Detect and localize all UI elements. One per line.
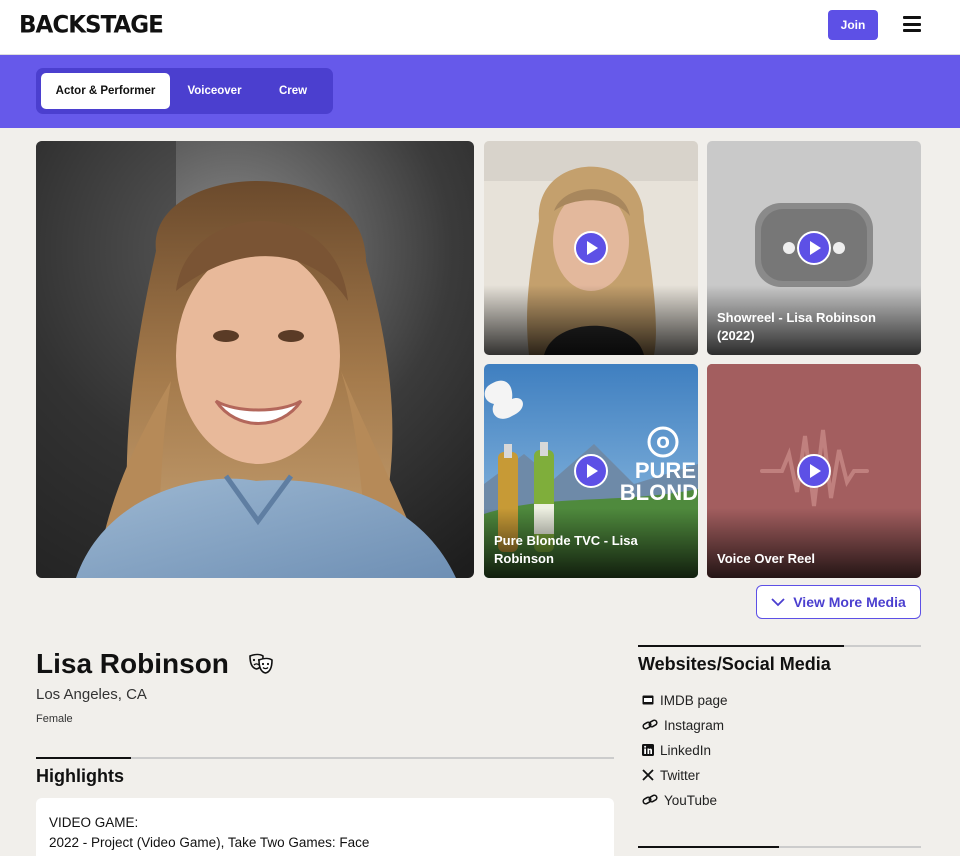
role-tabs: Actor & Performer Voiceover Crew	[36, 68, 333, 114]
tile-caption: Showreel - Lisa Robinson (2022)	[717, 310, 876, 343]
tile-shade	[484, 285, 698, 355]
tab-crew[interactable]: Crew	[258, 73, 328, 109]
link-label: LinkedIn	[660, 742, 712, 758]
bottom-divider	[638, 846, 921, 848]
tile-caption: Voice Over Reel	[717, 551, 816, 566]
tab-voiceover[interactable]: Voiceover	[176, 73, 253, 109]
highlights-divider	[36, 757, 614, 759]
link-imdb[interactable]: IMDB page	[642, 690, 822, 710]
tile-caption: Pure Blonde TVC - Lisa Robinson	[494, 533, 638, 566]
link-label: IMDB page	[660, 692, 728, 708]
websites-divider	[638, 645, 921, 647]
profile-location: Los Angeles, CA	[36, 686, 147, 703]
view-more-media-button[interactable]: View More Media	[756, 585, 921, 619]
link-youtube[interactable]: YouTube	[642, 790, 822, 810]
highlights-card: VIDEO GAME: 2022 - Project (Video Game),…	[36, 798, 614, 856]
highlights-title: Highlights	[36, 766, 124, 786]
top-navigation-bar: BACKSTAGE Join	[0, 0, 960, 55]
blond-text: BLOND	[620, 480, 698, 505]
video-tile-pure-blonde[interactable]: O PURE BLOND Pure Blonde TVC - Lisa Robi…	[484, 364, 698, 578]
audio-tile-voice-over[interactable]: Voice Over Reel	[707, 364, 921, 578]
imdb-icon	[642, 695, 654, 705]
link-label: Instagram	[664, 717, 725, 733]
play-icon[interactable]	[574, 454, 608, 488]
link-icon	[642, 794, 658, 805]
video-tile-1[interactable]	[484, 141, 698, 355]
highlight-category: VIDEO GAME:	[49, 815, 139, 830]
profile-name: Lisa Robinson	[36, 648, 229, 679]
theater-masks-icon	[249, 653, 273, 674]
backstage-logo[interactable]: BACKSTAGE	[19, 11, 164, 38]
video-tile-showreel[interactable]: Showreel - Lisa Robinson (2022)	[707, 141, 921, 355]
link-instagram[interactable]: Instagram	[642, 715, 822, 735]
x-icon	[642, 769, 654, 781]
join-button[interactable]: Join	[828, 10, 878, 40]
chevron-down-icon	[771, 598, 785, 607]
highlight-entry: 2022 - Project (Video Game), Take Two Ga…	[49, 835, 370, 850]
tab-actor-performer[interactable]: Actor & Performer	[41, 73, 170, 109]
svg-text:O: O	[656, 433, 670, 452]
link-icon	[642, 719, 658, 730]
hamburger-menu-icon[interactable]	[903, 16, 921, 32]
play-icon[interactable]	[797, 231, 831, 265]
link-label: YouTube	[664, 792, 718, 808]
role-band: Actor & Performer Voiceover Crew	[0, 55, 960, 128]
main-headshot-photo[interactable]	[36, 141, 474, 578]
websites-title: Websites/Social Media	[638, 654, 831, 674]
linkedin-icon	[642, 744, 654, 756]
link-label: Twitter	[660, 767, 700, 783]
play-icon[interactable]	[574, 231, 608, 265]
view-more-media-label: View More Media	[793, 594, 906, 610]
link-twitter[interactable]: Twitter	[642, 765, 822, 785]
profile-gender: Female	[36, 713, 73, 725]
play-icon[interactable]	[797, 454, 831, 488]
link-linkedin[interactable]: LinkedIn	[642, 740, 822, 760]
